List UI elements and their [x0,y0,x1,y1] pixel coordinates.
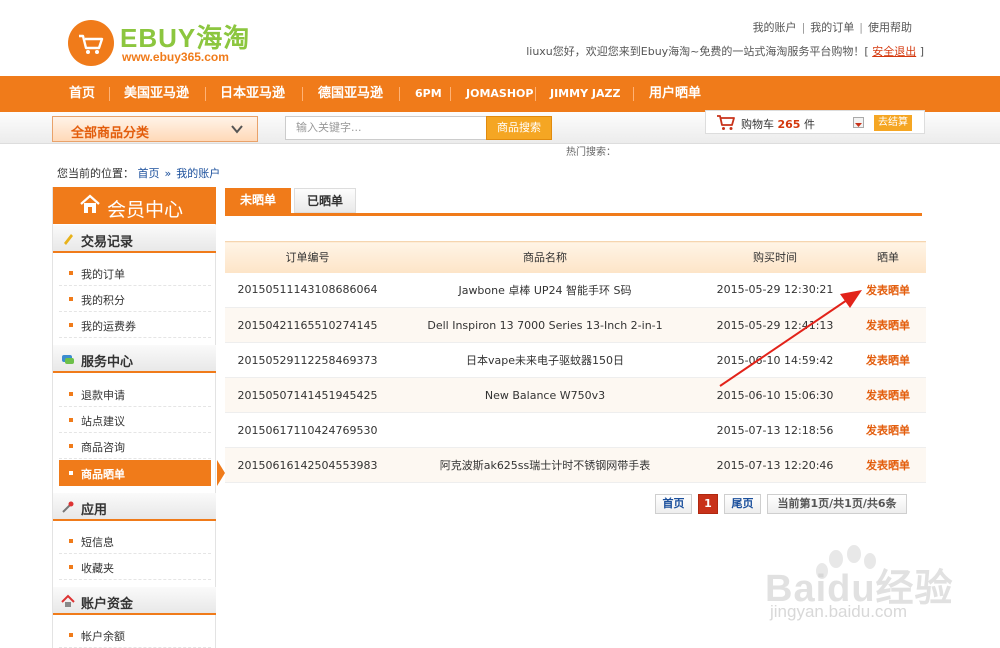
cart-label: 购物车 265 件 [741,118,815,131]
logo-badge [68,20,114,66]
order-id-cell: 20150421165510274145 [225,307,390,343]
column-header-purchase-time: 购买时间 [700,241,850,273]
house-icon [80,194,100,213]
product-name-cell [390,412,700,448]
main-nav: 首页 美国亚马逊 日本亚马逊 德国亚马逊 6PM JOMASHOP JIMMY … [0,76,1000,112]
nav-item-amazon-jp[interactable]: 日本亚马逊 [220,76,285,112]
cart-widget[interactable]: 购物车 265 件 去结算 [705,110,925,134]
tools-icon [62,501,74,513]
sidebar-item-balance[interactable]: 帐户余额 [59,622,211,648]
pagination-first[interactable]: 首页 [655,494,692,514]
table-row: 20150617110424769530 2015-07-13 12:18:56… [225,412,926,448]
welcome-message: liuxu您好，欢迎您来到Ebuy海淘~免费的一站式海淘服务平台购物！[ 安全退… [526,43,924,59]
product-name-cell: New Balance W750v3 [390,377,700,413]
breadcrumb-prefix: 您当前的位置： [57,167,134,180]
nav-item-jimmy-jazz[interactable]: JIMMY JAZZ [550,76,620,112]
table-header-row: 订单编号 商品名称 购买时间 晒单 [225,241,926,273]
sidebar-item-favorites[interactable]: 收藏夹 [59,554,211,580]
sidebar-section-funds: 账户资金 [53,587,216,615]
site-header: EBUY海淘 www.ebuy365.com 我的账户 | 我的订单 | 使用帮助 li… [0,0,1000,76]
welcome-close: ] [919,45,924,58]
sidebar-item-product-inquiry[interactable]: 商品咨询 [59,433,211,459]
order-id-cell: 20150616142504553983 [225,447,390,483]
post-review-link[interactable]: 发表晒单 [850,412,926,448]
category-label: 全部商品分类 [71,126,150,141]
tab-reviewed[interactable]: 已晒单 [294,188,356,213]
tab-unreviewed[interactable]: 未晒单 [225,188,291,213]
sidebar-section-service: 服务中心 [53,345,216,373]
sidebar-item-suggestions[interactable]: 站点建议 [59,407,211,433]
shopping-cart-icon [717,115,735,130]
nav-item-user-reviews[interactable]: 用户晒单 [649,76,701,112]
product-name-cell: 日本vape未来电子驱蚊器150日 [390,342,700,378]
chevron-down-icon [231,125,243,134]
checkout-button[interactable]: 去结算 [874,115,912,131]
product-name-cell: Jawbone 卓棒 UP24 智能手环 S码 [390,272,700,308]
search-button[interactable]: 商品搜索 [486,116,552,140]
order-id-cell: 20150617110424769530 [225,412,390,448]
sidebar-section-transactions: 交易记录 [53,225,216,253]
shopping-cart-icon [79,34,104,54]
post-review-link[interactable]: 发表晒单 [850,447,926,483]
logout-link[interactable]: 安全退出 [872,45,916,58]
sidebar-item-refund[interactable]: 退款申请 [59,381,211,407]
breadcrumb-current[interactable]: 我的账户 [176,167,220,180]
pagination-last[interactable]: 尾页 [724,494,761,514]
nav-item-amazon-us[interactable]: 美国亚马逊 [124,76,189,112]
welcome-text: liuxu您好，欢迎您来到Ebuy海淘~免费的一站式海淘服务平台购物！[ [526,45,869,58]
order-id-cell: 20150529112258469373 [225,342,390,378]
column-header-order-id: 订单编号 [225,241,390,273]
help-link[interactable]: 使用帮助 [868,21,912,34]
annotation-arrow [719,290,862,387]
my-orders-link[interactable]: 我的订单 [810,21,854,34]
member-sidebar: 会员中心 交易记录 我的订单 我的积分 我的运费券 服务中心 退款申请 站点建议… [52,187,225,648]
my-account-link[interactable]: 我的账户 [753,21,797,34]
sidebar-header: 会员中心 [53,187,216,224]
column-header-product-name: 商品名称 [390,241,700,273]
breadcrumb-home[interactable]: 首页 [138,167,160,180]
category-dropdown[interactable]: 全部商品分类 [52,116,258,142]
sidebar-item-product-reviews[interactable]: 商品晒单 [59,460,225,486]
hot-search-label: 热门搜索： [566,147,616,158]
sidebar-title: 会员中心 [107,199,184,221]
product-name-cell: 阿克波斯ak625ss瑞士计时不锈钢网带手表 [390,447,700,483]
sidebar-item-shipping-coupons[interactable]: 我的运费券 [59,312,211,338]
order-id-cell: 20150511143108686064 [225,272,390,308]
top-links: 我的账户 | 我的订单 | 使用帮助 [752,21,912,34]
logo-url: www.ebuy365.com [122,50,229,64]
column-header-review: 晒单 [850,241,926,273]
sidebar-section-apps: 应用 [53,493,216,521]
pagination-page-1[interactable]: 1 [698,494,718,514]
review-tabs: 未晒单 已晒单 [225,188,922,216]
nav-item-jomashop[interactable]: JOMASHOP [466,76,533,112]
purchase-time-cell: 2015-07-13 12:20:46 [700,447,850,483]
site-logo[interactable]: EBUY海淘 www.ebuy365.com [68,18,268,68]
purchase-time-cell: 2015-07-13 12:18:56 [700,412,850,448]
breadcrumb: 您当前的位置： 首页» 我的账户 [57,167,221,180]
sidebar-item-my-orders[interactable]: 我的订单 [59,260,211,286]
nav-item-6pm[interactable]: 6PM [415,76,442,112]
order-id-cell: 20150507141451945425 [225,377,390,413]
cart-dropdown-toggle[interactable] [853,117,864,128]
product-name-cell: Dell Inspiron 13 7000 Series 13-Inch 2-i… [390,307,700,343]
home-funds-icon [61,594,75,607]
cart-count: 265 [777,118,801,131]
table-row: 20150616142504553983 阿克波斯ak625ss瑞士计时不锈钢网… [225,447,926,483]
watermark-url: jingyan.baidu.com [770,602,908,621]
sidebar-item-my-points[interactable]: 我的积分 [59,286,211,312]
pagination-info: 当前第1页/共1页/共6条 [767,494,907,514]
nav-item-amazon-de[interactable]: 德国亚马逊 [318,76,383,112]
service-chat-icon [62,355,74,364]
sidebar-item-messages[interactable]: 短信息 [59,528,211,554]
nav-item-home[interactable]: 首页 [69,76,95,112]
caret-down-icon [855,123,862,127]
search-input[interactable]: 输入关键字... [285,116,487,140]
pencil-icon [64,234,73,245]
